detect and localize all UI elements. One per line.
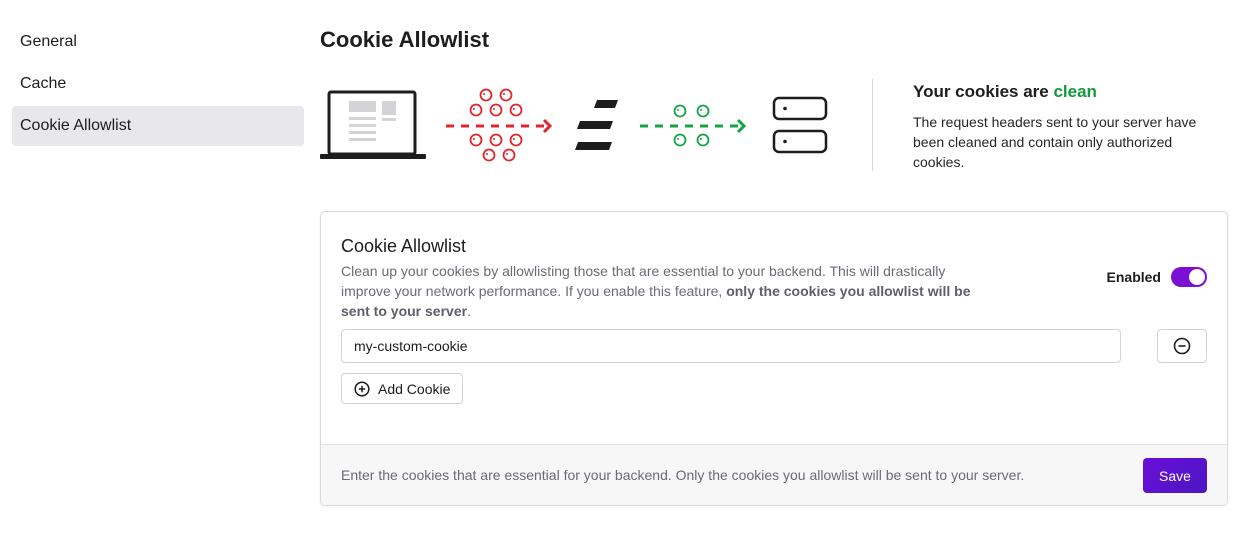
edge-logo-icon (575, 100, 618, 150)
status-title-prefix: Your cookies are (913, 82, 1054, 101)
illustration-divider (872, 79, 873, 171)
add-cookie-label: Add Cookie (378, 380, 451, 397)
sidebar-item-cache[interactable]: Cache (12, 64, 304, 104)
status-clean-highlight: clean (1053, 82, 1097, 101)
cookie-status: Your cookies are clean The request heade… (913, 82, 1213, 172)
card-description: Clean up your cookies by allowlisting th… (341, 261, 991, 321)
sidebar-item-cookie-allowlist[interactable]: Cookie Allowlist (12, 106, 304, 146)
status-description: The request headers sent to your server … (913, 114, 1197, 170)
status-title: Your cookies are clean (913, 82, 1213, 102)
green-cookies-icon (640, 104, 747, 147)
save-button[interactable]: Save (1143, 458, 1207, 493)
card-footer: Enter the cookies that are essential for… (321, 444, 1227, 505)
plus-circle-icon (354, 380, 370, 397)
card-title: Cookie Allowlist (341, 236, 467, 256)
remove-cookie-button[interactable] (1157, 329, 1207, 363)
sidebar: General Cache Cookie Allowlist (12, 22, 304, 148)
minus-circle-icon (1173, 337, 1191, 355)
server-icon (772, 96, 828, 154)
card-description-end: . (467, 303, 471, 319)
enabled-control: Enabled (1107, 267, 1207, 287)
laptop-icon (320, 90, 426, 159)
page-title: Cookie Allowlist (320, 27, 490, 52)
flow-illustration (320, 88, 828, 162)
add-cookie-button[interactable]: Add Cookie (341, 373, 464, 404)
footer-help-text: Enter the cookies that are essential for… (341, 467, 1025, 483)
toggle-knob (1189, 269, 1205, 285)
red-cookies-icon (446, 88, 553, 162)
cookie-name-input[interactable] (341, 329, 1121, 363)
enabled-toggle[interactable] (1171, 267, 1207, 287)
enabled-label: Enabled (1106, 269, 1161, 285)
cookie-allowlist-card: Cookie Allowlist Clean up your cookies b… (320, 211, 1228, 506)
sidebar-item-general[interactable]: General (12, 22, 304, 62)
